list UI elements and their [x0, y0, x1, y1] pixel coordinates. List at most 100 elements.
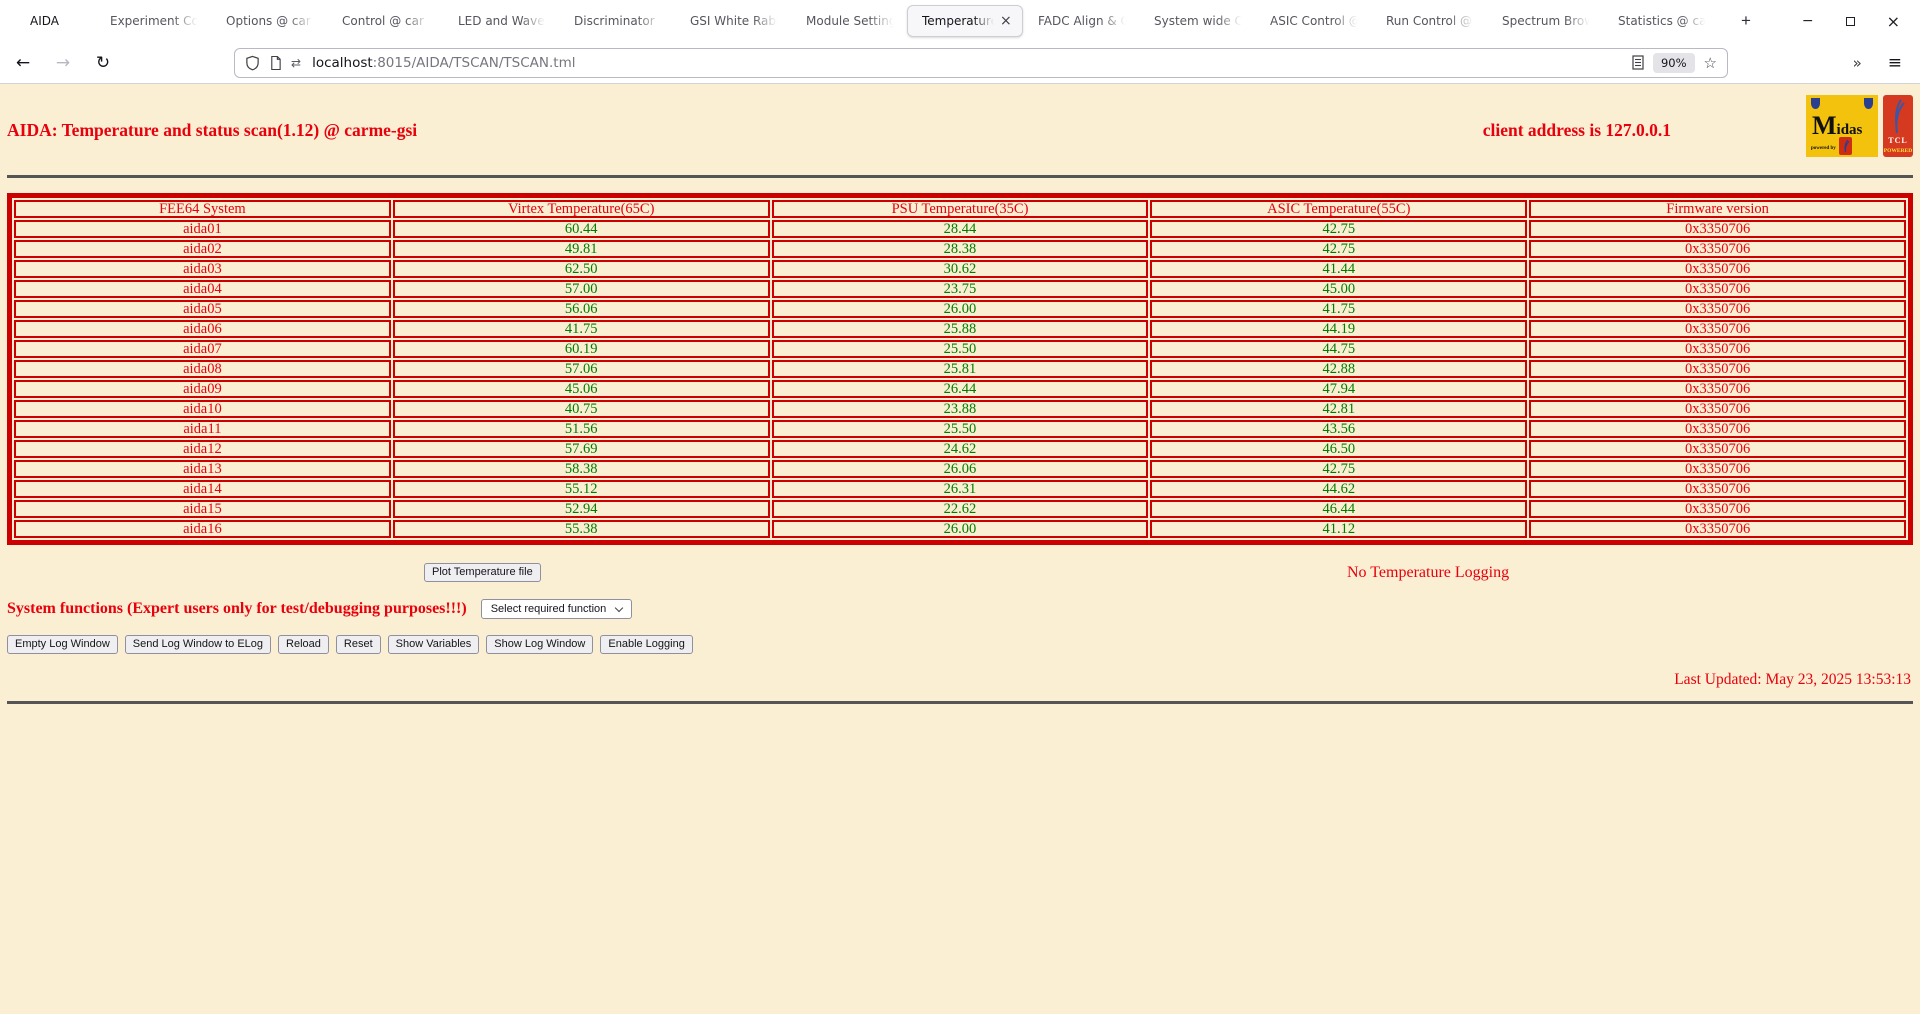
tab-label: GSI White Rabb: [690, 14, 780, 28]
tab-run-control[interactable]: Run Control @: [1371, 5, 1487, 37]
page-title: AIDA: Temperature and status scan(1.12) …: [7, 120, 418, 140]
table-row: aida13 58.38 26.06 42.75 0x3350706: [14, 460, 1906, 478]
table-row: aida12 57.69 24.62 46.50 0x3350706: [14, 440, 1906, 458]
system-functions-label: System functions (Expert users only for …: [7, 600, 467, 617]
cell-virtex-temp: 41.75: [392, 320, 770, 338]
tab-gsi-white-rabb[interactable]: GSI White Rabb: [675, 5, 791, 37]
url-path: :8015/AIDA/TSCAN/TSCAN.tml: [372, 54, 576, 71]
tab-label: Run Control @: [1386, 14, 1473, 28]
table-row: aida16 55.38 26.00 41.12 0x3350706: [14, 520, 1906, 538]
cell-system: aida13: [14, 460, 391, 478]
tab-spectrum-brow[interactable]: Spectrum Brow: [1487, 5, 1603, 37]
tab-fadc-align-c[interactable]: FADC Align & C: [1023, 5, 1139, 37]
show-variables-button[interactable]: Show Variables: [387, 635, 480, 654]
toolbar-right: » ≡: [1853, 53, 1906, 73]
maximize-icon[interactable]: [1845, 16, 1855, 26]
tcl-powered-text: POWERED: [1883, 148, 1913, 154]
cell-psu-temp: 26.44: [771, 380, 1149, 398]
cell-virtex-temp: 55.12: [392, 480, 770, 498]
tab-experiment-co[interactable]: Experiment Co: [95, 5, 211, 37]
app-menu-icon[interactable]: ≡: [1888, 53, 1902, 73]
tab-control-car[interactable]: Control @ car: [327, 5, 443, 37]
midas-shield-icon: [1811, 98, 1820, 109]
cell-psu-temp: 28.38: [771, 240, 1149, 258]
cell-system: aida02: [14, 240, 391, 258]
tab-label: FADC Align & C: [1038, 14, 1128, 28]
function-select[interactable]: Select required function: [480, 599, 633, 619]
cell-psu-temp: 23.75: [771, 280, 1149, 298]
cell-system: aida08: [14, 360, 391, 378]
tab-close-icon[interactable]: ×: [1000, 14, 1012, 28]
header-firmware: Firmware version: [1529, 200, 1906, 218]
bookmark-star-icon[interactable]: ☆: [1704, 54, 1717, 72]
reload-icon[interactable]: ↻: [94, 53, 112, 73]
function-select-value: Select required function: [490, 603, 607, 615]
back-icon[interactable]: ←: [14, 53, 32, 73]
cell-psu-temp: 30.62: [771, 260, 1149, 278]
tab-asic-control[interactable]: ASIC Control @: [1255, 5, 1371, 37]
tab-led-and-wavef[interactable]: LED and Wavef: [443, 5, 559, 37]
midas-logo[interactable]: Midas powered by: [1806, 95, 1878, 157]
tab-discriminator[interactable]: Discriminator: [559, 5, 675, 37]
tab-label: Temperature: [922, 14, 996, 28]
tab-statistics-ca[interactable]: Statistics @ ca: [1603, 5, 1719, 37]
cell-psu-temp: 25.88: [771, 320, 1149, 338]
cell-firmware: 0x3350706: [1529, 280, 1906, 298]
cell-asic-temp: 42.88: [1150, 360, 1528, 378]
reset-button[interactable]: Reset: [335, 635, 381, 654]
cell-virtex-temp: 57.00: [392, 280, 770, 298]
cell-psu-temp: 25.50: [771, 420, 1149, 438]
empty-log-window-button[interactable]: Empty Log Window: [7, 635, 118, 654]
tab-options-car[interactable]: Options @ car: [211, 5, 327, 37]
forward-icon[interactable]: →: [54, 53, 72, 73]
page-info-icon[interactable]: [269, 55, 282, 71]
action-buttons-row: Empty Log Window Send Log Window to ELog R…: [7, 635, 1913, 654]
client-address-text: client address is 127.0.0.1: [1482, 120, 1671, 140]
cell-system: aida01: [14, 220, 391, 238]
tab-label: Module Setting: [806, 14, 896, 28]
tab-module-setting[interactable]: Module Setting: [791, 5, 907, 37]
shield-icon[interactable]: [245, 55, 260, 71]
url-text[interactable]: localhost:8015/AIDA/TSCAN/TSCAN.tml: [312, 55, 1632, 71]
cell-asic-temp: 41.12: [1150, 520, 1528, 538]
cell-virtex-temp: 56.06: [392, 300, 770, 318]
url-host: localhost: [312, 54, 373, 71]
midas-tcl-badge: [1839, 137, 1852, 155]
cell-virtex-temp: 45.06: [392, 380, 770, 398]
reload-button[interactable]: Reload: [278, 635, 329, 654]
plot-temperature-file-button[interactable]: Plot Temperature file: [424, 563, 541, 582]
close-icon[interactable]: ×: [1887, 12, 1900, 31]
send-log-window-to-elog-button[interactable]: Send Log Window to ELog: [124, 635, 272, 654]
reader-mode-icon[interactable]: [1632, 55, 1644, 70]
tab-temperature[interactable]: Temperature ×: [907, 5, 1023, 37]
url-bar[interactable]: ⇄ localhost:8015/AIDA/TSCAN/TSCAN.tml 90…: [234, 47, 1728, 78]
table-row: aida15 52.94 22.62 46.44 0x3350706: [14, 500, 1906, 518]
tab-label: Spectrum Brow: [1502, 14, 1592, 28]
cell-firmware: 0x3350706: [1529, 340, 1906, 358]
tcl-powered-logo[interactable]: TCL POWERED: [1883, 95, 1913, 157]
cell-system: aida12: [14, 440, 391, 458]
cell-asic-temp: 42.75: [1150, 240, 1528, 258]
tab-label: AIDA: [30, 14, 59, 28]
new-tab-button[interactable]: +: [1735, 11, 1757, 31]
last-updated-text: Last Updated: May 23, 2025 13:53:13: [1674, 671, 1911, 688]
site-permissions-icon[interactable]: ⇄: [291, 56, 301, 70]
enable-logging-button[interactable]: Enable Logging: [600, 635, 693, 654]
zoom-level-badge[interactable]: 90%: [1652, 52, 1695, 73]
minimize-icon[interactable]: −: [1802, 13, 1814, 29]
tab-strip: AIDA Experiment Co Options @ car Control @ …: [0, 0, 1719, 42]
cell-firmware: 0x3350706: [1529, 400, 1906, 418]
tab-label: Statistics @ ca: [1618, 14, 1707, 28]
tab-label: LED and Wavef: [458, 14, 548, 28]
tab-label: Experiment Co: [110, 14, 199, 28]
show-log-window-button[interactable]: Show Log Window: [486, 635, 594, 654]
table-row: aida11 51.56 25.50 43.56 0x3350706: [14, 420, 1906, 438]
header-psu-temp: PSU Temperature(35C): [771, 200, 1149, 218]
overflow-menu-icon[interactable]: »: [1853, 54, 1862, 72]
divider: [7, 701, 1913, 704]
page-content: AIDA: Temperature and status scan(1.12) …: [0, 84, 1920, 1014]
tab-system-wide-c[interactable]: System wide C: [1139, 5, 1255, 37]
cell-firmware: 0x3350706: [1529, 460, 1906, 478]
cell-system: aida07: [14, 340, 391, 358]
tab-aida[interactable]: AIDA: [0, 5, 95, 37]
